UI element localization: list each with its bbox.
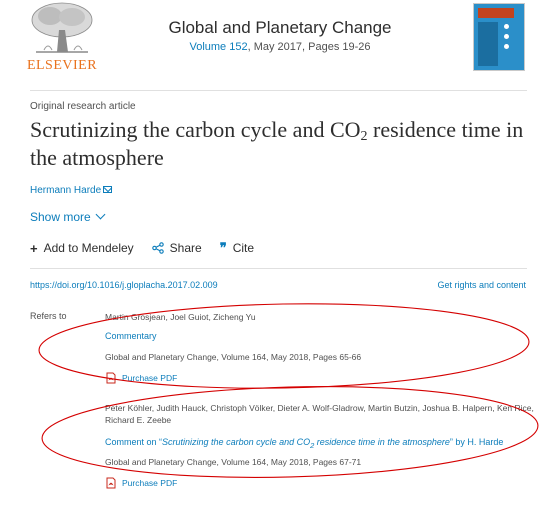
cite-button[interactable]: ❞ Cite xyxy=(220,240,254,256)
ref-title-link[interactable]: Comment on “Scrutinizing the carbon cycl… xyxy=(105,437,503,450)
pdf-icon xyxy=(106,372,116,384)
ref-authors: Martin Grosjean, Joel Guiot, Zicheng Yu xyxy=(105,312,256,322)
refers-to-label: Refers to xyxy=(30,311,67,321)
purchase-pdf-label: Purchase PDF xyxy=(122,478,178,488)
envelope-icon[interactable] xyxy=(103,186,113,193)
cover-decoration xyxy=(504,44,509,49)
ref-source: Global and Planetary Change, Volume 164,… xyxy=(105,352,362,362)
article-title-part1: Scrutinizing the carbon cycle and CO xyxy=(30,117,361,142)
article-title: Scrutinizing the carbon cycle and CO2 re… xyxy=(30,116,530,172)
ref-source: Global and Planetary Change, Volume 164,… xyxy=(105,457,362,467)
header-divider xyxy=(30,90,527,91)
ref-comment-title-part2: residence time in the atmosphere xyxy=(314,437,450,447)
rights-link[interactable]: Get rights and content xyxy=(437,280,526,290)
share-label: Share xyxy=(169,241,202,255)
elsevier-logo[interactable]: ELSEVIER xyxy=(22,0,102,80)
journal-cover-image[interactable] xyxy=(473,3,525,71)
plus-icon: + xyxy=(30,240,38,256)
purchase-pdf-link[interactable]: Purchase PDF xyxy=(105,477,177,489)
cover-decoration xyxy=(504,24,509,29)
purchase-pdf-label: Purchase PDF xyxy=(122,373,178,383)
article-title-subscript: 2 xyxy=(360,129,368,144)
show-more-button[interactable]: Show more xyxy=(30,209,106,224)
author-link[interactable]: Hermann Harde xyxy=(30,185,113,196)
share-button[interactable]: Share xyxy=(151,240,202,256)
volume-date-pages: , May 2017, Pages 19-26 xyxy=(247,41,371,53)
doi-link[interactable]: https://doi.org/10.1016/j.gloplacha.2017… xyxy=(30,280,218,290)
journal-volume-info: Volume 152, May 2017, Pages 19-26 xyxy=(110,41,450,53)
add-to-mendeley-label: Add to Mendeley xyxy=(43,241,134,255)
ref-comment-suffix: ” by H. Harde xyxy=(449,437,504,447)
journal-title[interactable]: Global and Planetary Change xyxy=(110,18,450,38)
cite-label: Cite xyxy=(232,241,255,255)
ref-title-link[interactable]: Commentary xyxy=(105,331,157,341)
elsevier-tree-icon xyxy=(31,2,93,53)
author-name[interactable]: Hermann Harde xyxy=(30,185,101,196)
pdf-icon xyxy=(106,477,116,489)
add-to-mendeley-button[interactable]: + Add to Mendeley xyxy=(30,240,134,256)
quote-icon: ❞ xyxy=(219,240,227,255)
share-icon xyxy=(151,242,164,254)
elsevier-wordmark: ELSEVIER xyxy=(26,58,98,73)
show-more-label: Show more xyxy=(30,210,91,224)
ref-comment-prefix: Comment on “ xyxy=(105,437,163,447)
annotation-ellipse xyxy=(41,385,539,479)
actions-divider xyxy=(30,268,527,269)
cover-decoration xyxy=(478,8,514,18)
purchase-pdf-link[interactable]: Purchase PDF xyxy=(105,372,177,384)
article-type: Original research article xyxy=(30,101,136,112)
ref-authors: Peter Köhler, Judith Hauck, Christoph Vö… xyxy=(105,403,534,425)
cover-decoration xyxy=(504,34,509,39)
volume-link[interactable]: Volume 152 xyxy=(189,41,247,53)
journal-header: ELSEVIER Global and Planetary Change Vol… xyxy=(0,0,549,82)
ref-comment-title-part1: Scrutinizing the carbon cycle and CO xyxy=(162,437,311,447)
chevron-down-icon xyxy=(95,209,106,220)
article-actions: + Add to Mendeley Share ❞ Cite xyxy=(30,240,254,256)
cover-decoration xyxy=(478,22,498,66)
